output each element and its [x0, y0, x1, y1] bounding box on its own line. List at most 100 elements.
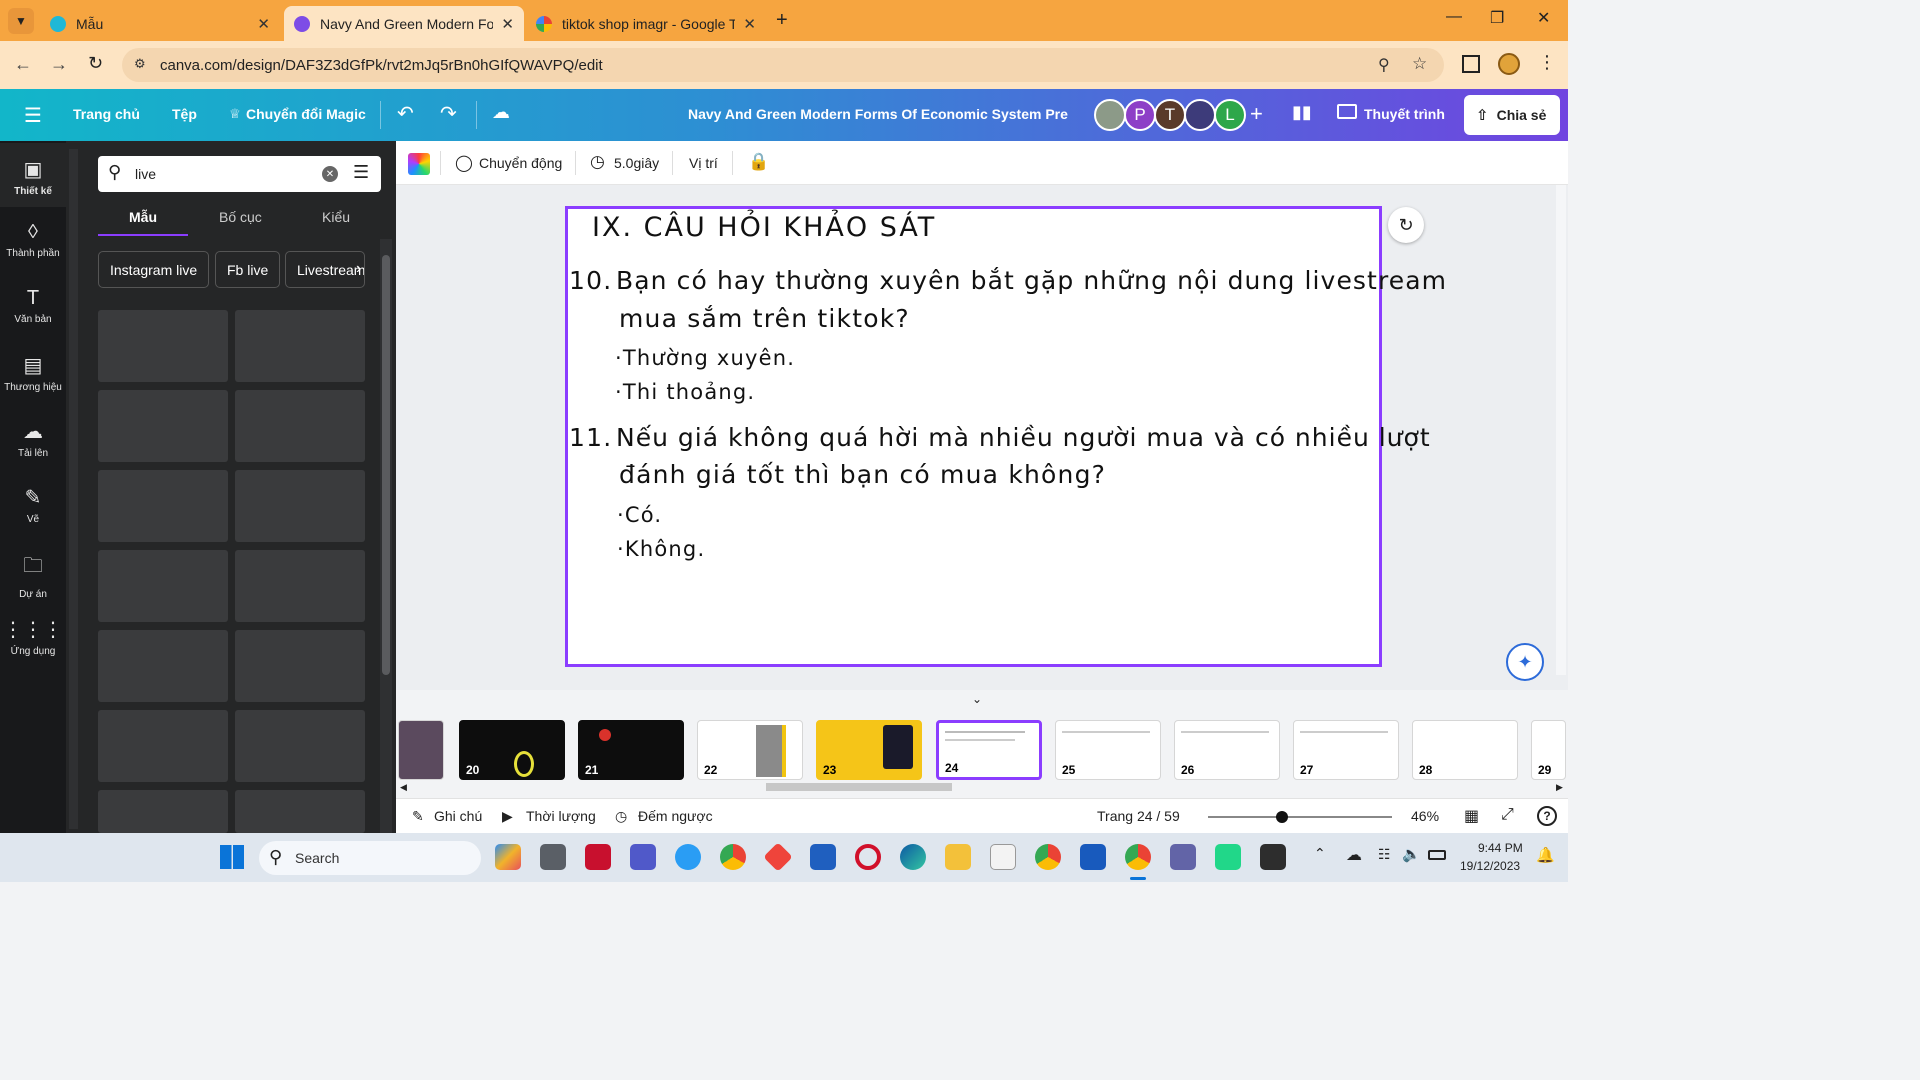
- present-screen-icon[interactable]: [1337, 104, 1357, 119]
- question-text[interactable]: Nếu giá không quá hời mà nhiều người mua…: [616, 423, 1431, 452]
- panel-scrollbar[interactable]: [380, 239, 392, 833]
- chrome-icon[interactable]: [720, 844, 746, 870]
- collaborator-avatar[interactable]: [1184, 99, 1216, 131]
- redo-icon[interactable]: ↷: [440, 101, 457, 126]
- page-thumbnail[interactable]: 23: [816, 720, 922, 780]
- zoom-slider-handle[interactable]: [1275, 811, 1288, 823]
- refresh-slide-button[interactable]: ↻: [1388, 207, 1424, 243]
- task-view-icon[interactable]: [540, 844, 566, 870]
- page-thumbnail-partial[interactable]: [398, 720, 444, 780]
- back-icon[interactable]: ←: [14, 54, 32, 75]
- chips-next-icon[interactable]: ›: [356, 260, 361, 278]
- notes-button[interactable]: Ghi chú: [434, 808, 482, 824]
- lock-icon[interactable]: 🔒: [748, 152, 769, 172]
- close-tab-icon[interactable]: ✕: [257, 15, 270, 33]
- clear-search-icon[interactable]: ✕: [322, 166, 338, 182]
- terminal-icon[interactable]: [1260, 844, 1286, 870]
- volume-icon[interactable]: 🔈: [1402, 845, 1421, 863]
- tab-layouts[interactable]: Bố cục: [219, 209, 262, 225]
- filmstrip-scroll-left-icon[interactable]: ◀: [400, 782, 407, 793]
- filmstrip-scrollbar[interactable]: [412, 783, 1552, 791]
- file-menu-button[interactable]: Tệp: [172, 106, 197, 122]
- opera-icon[interactable]: [855, 844, 881, 870]
- minimize-window-icon[interactable]: —: [1446, 8, 1462, 26]
- duration-button[interactable]: 5.0giây: [614, 155, 659, 171]
- answer-option[interactable]: ·Có.: [617, 503, 662, 527]
- hamburger-menu-icon[interactable]: ☰: [24, 103, 42, 128]
- template-thumbnail[interactable]: [235, 550, 365, 622]
- browser-tab[interactable]: tiktok shop imagr - Google Tìm ✕: [526, 6, 766, 41]
- page-thumbnail[interactable]: 25: [1055, 720, 1161, 780]
- zoom-page-icon[interactable]: ⚲: [1378, 55, 1390, 75]
- microsoft-store-icon[interactable]: [990, 844, 1016, 870]
- answer-option[interactable]: ·Không.: [617, 537, 705, 561]
- template-thumbnail[interactable]: [98, 470, 228, 542]
- forward-icon[interactable]: →: [50, 54, 68, 75]
- clock-date[interactable]: 19/12/2023: [1460, 859, 1520, 873]
- rail-item-uploads[interactable]: ☁ Tải lên: [0, 419, 66, 459]
- tab-templates[interactable]: Mẫu: [129, 209, 157, 225]
- mcafee-icon[interactable]: [585, 844, 611, 870]
- question-number[interactable]: 10.: [569, 266, 612, 295]
- slide-heading[interactable]: IX. CÂU HỎI KHẢO SÁT: [592, 212, 936, 243]
- page-thumbnail[interactable]: 26: [1174, 720, 1280, 780]
- search-input[interactable]: ⚲ live ✕ ☰: [98, 156, 381, 192]
- panel-scrollbar-thumb[interactable]: [382, 255, 390, 675]
- present-button[interactable]: Thuyết trình: [1364, 106, 1445, 122]
- notifications-icon[interactable]: 🔔: [1536, 846, 1555, 864]
- question-text[interactable]: mua sắm trên tiktok?: [619, 304, 910, 333]
- browser-tab-active[interactable]: Navy And Green Modern Forms ✕: [284, 6, 524, 41]
- share-button[interactable]: ⇧ Chia sẻ: [1464, 95, 1560, 135]
- profile-avatar-icon[interactable]: [1498, 53, 1520, 75]
- zoom-slider[interactable]: [1208, 811, 1392, 823]
- copilot-icon[interactable]: [495, 844, 521, 870]
- filter-icon[interactable]: ☰: [353, 162, 369, 183]
- close-tab-icon[interactable]: ✕: [743, 15, 756, 33]
- document-title[interactable]: Navy And Green Modern Forms Of Economic …: [688, 106, 1068, 122]
- zoom-level[interactable]: 46%: [1411, 808, 1439, 824]
- url-input[interactable]: ⚙ canva.com/design/DAF3Z3dGfPk/rvt2mJq5r…: [122, 48, 1444, 82]
- collaborator-avatar[interactable]: [1094, 99, 1126, 131]
- position-button[interactable]: Vị trí: [689, 155, 718, 171]
- cloud-sync-icon[interactable]: ☁: [1346, 845, 1362, 865]
- pycharm-icon[interactable]: [1215, 844, 1241, 870]
- edge-icon[interactable]: [900, 844, 926, 870]
- undo-icon[interactable]: ↶: [397, 101, 414, 126]
- collaborator-avatar[interactable]: P: [1124, 99, 1156, 131]
- color-picker-icon[interactable]: [408, 153, 430, 175]
- question-number[interactable]: 11.: [569, 423, 612, 452]
- template-thumbnail[interactable]: [235, 470, 365, 542]
- grid-view-icon[interactable]: ▦: [1464, 806, 1479, 826]
- teams-people-icon[interactable]: [1170, 844, 1196, 870]
- timer-button[interactable]: Đếm ngược: [638, 808, 713, 824]
- template-thumbnail[interactable]: [235, 790, 365, 833]
- teams-icon[interactable]: [630, 844, 656, 870]
- template-thumbnail[interactable]: [235, 310, 365, 382]
- chrome-active-icon[interactable]: [1125, 844, 1151, 870]
- site-info-icon[interactable]: ⚙: [134, 56, 146, 72]
- close-tab-icon[interactable]: ✕: [501, 15, 514, 33]
- rail-item-projects[interactable]: 🗀 Dự án: [0, 551, 66, 600]
- question-text[interactable]: Bạn có hay thường xuyên bắt gặp những nộ…: [616, 266, 1447, 295]
- filmstrip-scrollbar-thumb[interactable]: [766, 783, 952, 791]
- animate-button[interactable]: Chuyển động: [479, 155, 562, 171]
- page-thumbnail-selected[interactable]: 24: [936, 720, 1042, 780]
- panel-scrollbar-outer[interactable]: [69, 149, 78, 829]
- show-hidden-icons-icon[interactable]: ⌃: [1314, 845, 1326, 862]
- filter-chip[interactable]: Fb live: [215, 251, 281, 288]
- home-button[interactable]: Trang chủ: [73, 106, 140, 122]
- template-thumbnail[interactable]: [98, 310, 228, 382]
- duration-button[interactable]: Thời lượng: [526, 808, 596, 824]
- battery-icon[interactable]: [1428, 850, 1446, 860]
- rail-item-text[interactable]: T Văn bản: [0, 287, 66, 325]
- rail-item-elements[interactable]: ◊ Thành phần: [0, 221, 66, 259]
- reload-icon[interactable]: ↻: [88, 53, 103, 74]
- template-thumbnail[interactable]: [98, 630, 228, 702]
- page-thumbnail-partial[interactable]: 29: [1531, 720, 1566, 780]
- new-tab-button[interactable]: +: [776, 9, 788, 32]
- collaborator-avatar[interactable]: L: [1214, 99, 1246, 131]
- template-thumbnail[interactable]: [235, 710, 365, 782]
- tab-list-button[interactable]: ▼: [8, 8, 34, 34]
- template-thumbnail[interactable]: [235, 630, 365, 702]
- close-window-icon[interactable]: ✕: [1537, 8, 1550, 28]
